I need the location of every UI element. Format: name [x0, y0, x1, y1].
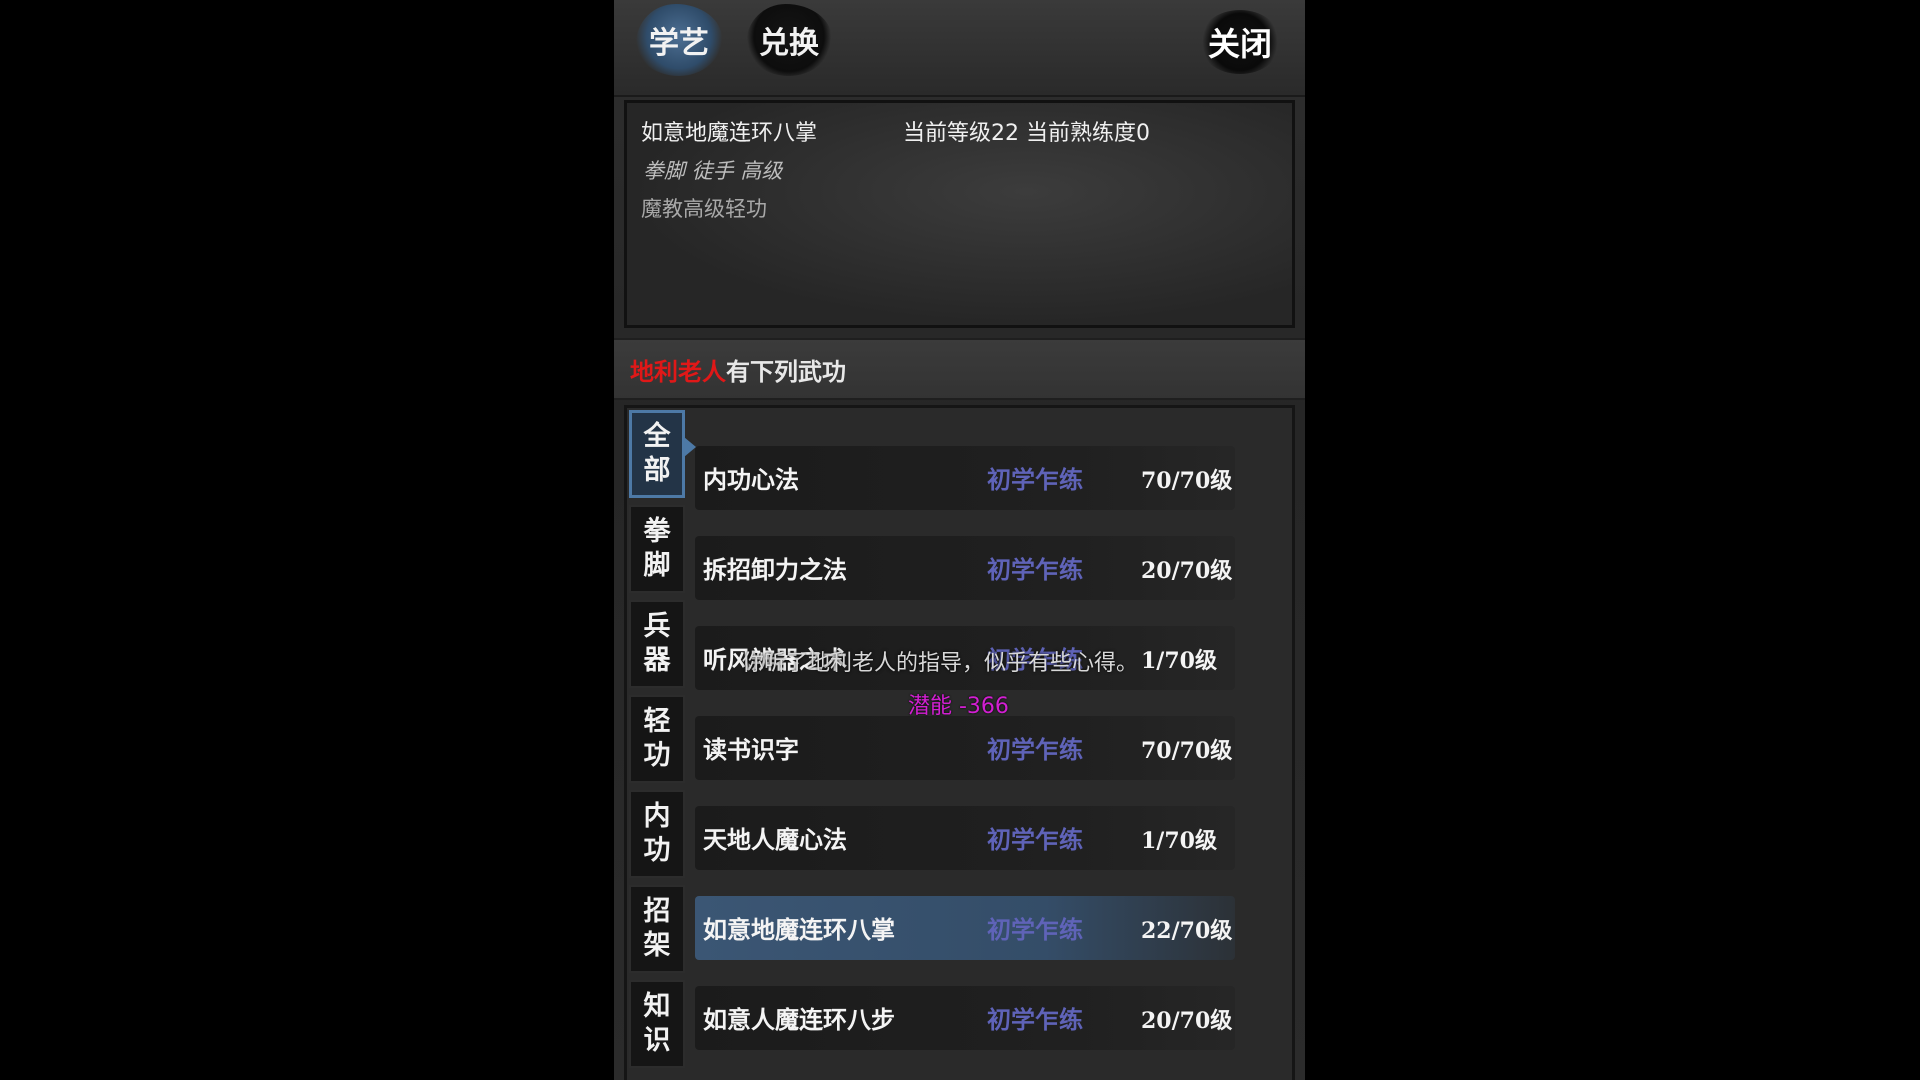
skill-info-name: 如意地魔连环八掌: [641, 121, 818, 146]
skill-level: 1/70级: [1141, 828, 1217, 854]
skill-name: 如意人魔连环八步: [703, 1005, 895, 1034]
category-char: 功: [643, 835, 671, 866]
skill-row[interactable]: 读书识字 初学乍练 70/70级: [695, 716, 1235, 780]
close-button[interactable]: 关闭: [1195, 6, 1285, 78]
potential-change: 潜能 -366: [908, 694, 1009, 719]
skill-name: 天地人魔心法: [703, 825, 847, 854]
category-all[interactable]: 全 部: [629, 410, 696, 498]
category-fist[interactable]: 拳 脚: [629, 505, 685, 593]
skill-info-description: 魔教高级轻功: [641, 197, 767, 221]
category-char: 拳: [643, 516, 671, 547]
category-char: 全: [643, 421, 671, 452]
skill-stage: 初学乍练: [987, 1005, 1083, 1034]
skill-level: 70/70级: [1141, 738, 1233, 764]
skill-level: 1/70级: [1141, 648, 1217, 674]
teacher-header: 地利老人有下列武功: [614, 338, 1305, 400]
skill-name: 读书识字: [703, 735, 799, 764]
skill-row-selected[interactable]: 如意地魔连环八掌 初学乍练 22/70级: [695, 896, 1235, 960]
skill-stage: 初学乍练: [987, 735, 1083, 764]
category-inner[interactable]: 内 功: [629, 790, 685, 878]
skill-level: 70/70级: [1141, 468, 1233, 494]
skill-info-categories: 拳脚 徒手 高级: [643, 159, 783, 183]
category-char: 知: [643, 991, 671, 1022]
category-char: 部: [643, 455, 671, 486]
skill-row[interactable]: 天地人魔心法 初学乍练 1/70级: [695, 806, 1235, 870]
category-char: 识: [643, 1025, 671, 1056]
skill-row[interactable]: 如意人魔连环八步 初学乍练 20/70级: [695, 986, 1235, 1050]
top-tab-bar: 学艺 兑换 关闭: [614, 0, 1305, 97]
tab-exchange[interactable]: 兑换: [746, 4, 832, 76]
skill-level: 20/70级: [1141, 558, 1233, 584]
category-char: 功: [643, 740, 671, 771]
category-column: 全 部 拳 脚 兵 器 轻 功 内 功 招 架 知 识: [629, 410, 696, 1075]
close-label: 关闭: [1207, 25, 1272, 63]
category-char: 脚: [643, 550, 671, 581]
toast-notice: 你听了地利老人的指导，似乎有些心得。: [742, 651, 1139, 676]
category-char: 架: [643, 930, 671, 961]
skill-row[interactable]: 拆招卸力之法 初学乍练 20/70级: [695, 536, 1235, 600]
skill-stage: 初学乍练: [987, 555, 1083, 584]
category-char: 内: [643, 801, 671, 832]
skill-name: 内功心法: [703, 465, 799, 494]
skill-row[interactable]: 内功心法 初学乍练 70/70级: [695, 446, 1235, 510]
skill-stage: 初学乍练: [987, 825, 1083, 854]
category-char: 轻: [643, 706, 671, 737]
skill-list-area: 全 部 拳 脚 兵 器 轻 功 内 功 招 架 知 识 内功心法 初学乍练 70…: [624, 405, 1295, 1080]
tab-learn-label: 学艺: [649, 26, 709, 61]
category-knowledge[interactable]: 知 识: [629, 980, 685, 1068]
teacher-suffix: 有下列武功: [726, 357, 846, 386]
skill-rows: 内功心法 初学乍练 70/70级 拆招卸力之法 初学乍练 20/70级 听风辨器…: [695, 446, 1295, 1076]
category-parry[interactable]: 招 架: [629, 885, 685, 973]
skill-level: 22/70级: [1141, 918, 1233, 944]
tab-exchange-label: 兑换: [759, 26, 819, 61]
category-char: 器: [643, 645, 671, 676]
category-char: 兵: [643, 611, 671, 642]
skill-name: 拆招卸力之法: [703, 555, 847, 584]
teacher-line: 地利老人有下列武功: [630, 352, 846, 387]
tab-learn[interactable]: 学艺: [636, 4, 722, 76]
skill-info-level: 当前等级22 当前熟练度0: [903, 121, 1150, 146]
skill-stage: 初学乍练: [987, 915, 1083, 944]
skill-stage: 初学乍练: [987, 465, 1083, 494]
category-weapon[interactable]: 兵 器: [629, 600, 685, 688]
skill-level: 20/70级: [1141, 1008, 1233, 1034]
skill-learning-panel: 学艺 兑换 关闭 如意地魔连环八掌 当前等级22 当前熟练度0 拳脚 徒手 高级…: [614, 0, 1305, 1080]
category-lightness[interactable]: 轻 功: [629, 695, 685, 783]
category-char: 招: [643, 896, 671, 927]
skill-info-box: 如意地魔连环八掌 当前等级22 当前熟练度0 拳脚 徒手 高级 魔教高级轻功: [624, 100, 1295, 328]
teacher-name[interactable]: 地利老人: [630, 357, 726, 386]
skill-name: 如意地魔连环八掌: [703, 915, 895, 944]
